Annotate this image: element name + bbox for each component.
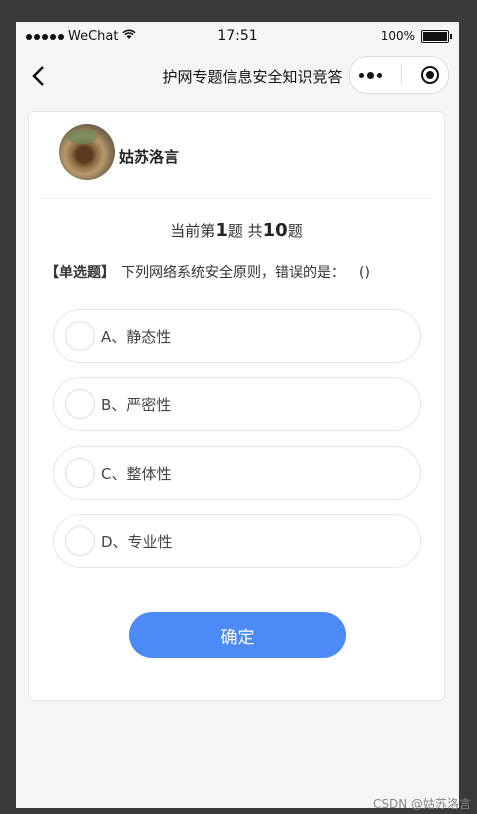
option-label: A、静态性 bbox=[101, 327, 172, 346]
option-label: B、严密性 bbox=[101, 395, 172, 414]
more-icon[interactable] bbox=[359, 71, 383, 79]
status-bar: WeChat 17:51 100% bbox=[16, 22, 459, 52]
quiz-card: 姑苏洛言 当前第1题 共10题 【单选题】 下列网络系统安全原则，错误的是：() … bbox=[28, 111, 445, 701]
progress-current: 1 bbox=[215, 220, 228, 241]
battery-status: 100% bbox=[380, 29, 452, 43]
user-info: 姑苏洛言 bbox=[59, 124, 179, 180]
radio-icon[interactable] bbox=[65, 389, 95, 419]
close-mini-program-icon[interactable] bbox=[420, 66, 439, 84]
battery-percent: 100% bbox=[380, 29, 415, 43]
progress-total: 10 bbox=[262, 220, 288, 241]
battery-icon bbox=[421, 29, 452, 43]
question-progress: 当前第1题 共10题 bbox=[29, 220, 444, 241]
question-body: 下列网络系统安全原则，错误的是： bbox=[121, 265, 345, 281]
option-d[interactable]: D、专业性 bbox=[53, 514, 421, 568]
progress-prefix: 当前第 bbox=[170, 222, 216, 240]
option-a[interactable]: A、静态性 bbox=[53, 309, 421, 363]
avatar bbox=[59, 124, 115, 180]
option-b[interactable]: B、严密性 bbox=[53, 377, 421, 431]
progress-middle: 题 共 bbox=[227, 222, 263, 240]
option-c[interactable]: C、整体性 bbox=[53, 446, 421, 500]
question-text: 【单选题】 下列网络系统安全原则，错误的是： () bbox=[45, 262, 428, 282]
divider bbox=[41, 198, 432, 199]
radio-icon[interactable] bbox=[65, 526, 95, 556]
watermark: CSDN @姑苏洛言 bbox=[372, 797, 471, 811]
radio-icon[interactable] bbox=[65, 458, 95, 488]
question-type: 【单选题】 bbox=[45, 265, 115, 281]
capsule-divider bbox=[400, 65, 402, 85]
option-label: D、专业性 bbox=[101, 532, 173, 551]
radio-icon[interactable] bbox=[65, 321, 95, 351]
nav-bar: 护网专题信息安全知识竞答 bbox=[16, 52, 459, 100]
option-label: C、整体性 bbox=[101, 464, 172, 483]
confirm-button[interactable]: 确定 bbox=[129, 612, 346, 658]
username: 姑苏洛言 bbox=[119, 147, 180, 166]
phone-screen: WeChat 17:51 100% 护网专题信息安全知识竞答 姑苏洛言 当前第1… bbox=[16, 22, 459, 808]
mini-program-capsule bbox=[349, 56, 449, 94]
progress-suffix: 题 bbox=[287, 222, 303, 240]
answer-blank: () bbox=[359, 265, 370, 281]
